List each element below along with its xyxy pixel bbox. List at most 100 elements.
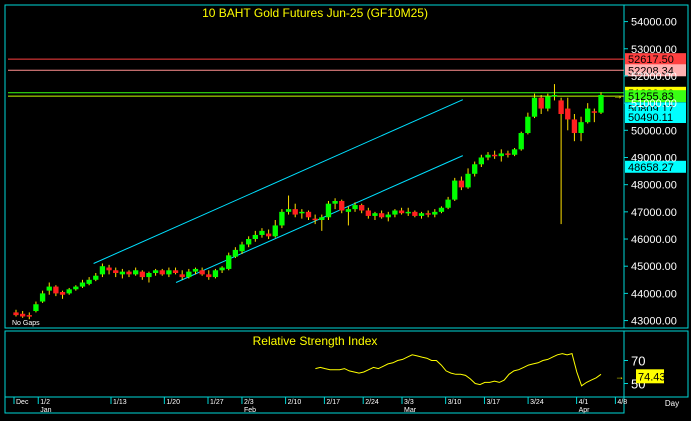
date-tick-label: 1/20 <box>166 399 180 406</box>
candle-body <box>551 94 558 97</box>
candle-body <box>578 122 584 134</box>
candle-body <box>232 249 239 257</box>
candle-body <box>525 116 531 134</box>
candle-body <box>571 119 578 134</box>
candle-body <box>518 133 524 150</box>
candle-body <box>392 210 398 215</box>
candle-body <box>458 180 465 188</box>
candle-body <box>239 244 245 252</box>
candle-body <box>73 286 79 290</box>
candle-body <box>332 200 338 204</box>
candle-body <box>465 173 471 188</box>
candle-body <box>325 203 332 218</box>
candle-body <box>418 213 425 216</box>
date-tick-label: 3/3 <box>404 399 414 406</box>
candle-body <box>445 199 451 208</box>
chart-svg: 52617.5052208.3451380.0051255.83 50809.1… <box>4 4 689 414</box>
month-tick-label: Jan <box>40 407 51 414</box>
chart-title: 10 BAHT Gold Futures Jun-25 (GF10M25) <box>202 6 428 20</box>
candle-body <box>372 213 378 216</box>
candle-body <box>352 205 358 210</box>
candle-body <box>226 255 232 269</box>
price-tick-label: 49000.00 <box>631 152 677 164</box>
candle-body <box>99 266 106 275</box>
candle-body <box>113 270 119 273</box>
candle-body <box>385 214 391 218</box>
candle-body <box>312 218 318 221</box>
candle-body <box>472 164 478 174</box>
candle-body <box>219 267 225 271</box>
candle-body <box>252 234 258 240</box>
candle-body <box>159 270 165 275</box>
candle-body <box>206 274 212 278</box>
date-tick-label: Dec <box>16 399 29 406</box>
price-tick-label: 46000.00 <box>631 234 677 246</box>
candle-body <box>438 207 445 212</box>
candle-body <box>152 270 159 273</box>
candle-body <box>279 211 285 226</box>
candle-body <box>538 97 544 109</box>
candle-body <box>305 211 312 218</box>
candle-body <box>591 111 598 113</box>
candle-body <box>106 267 112 271</box>
price-tick-label: 45000.00 <box>631 261 677 273</box>
date-tick-label: 4/1 <box>579 399 589 406</box>
date-tick-label: 2/10 <box>288 399 302 406</box>
candle-body <box>452 180 458 200</box>
date-tick-label: 1/13 <box>113 399 127 406</box>
date-tick-label: 1/27 <box>210 399 224 406</box>
date-tick-label: 4/8 <box>617 399 627 406</box>
candle-body <box>319 217 325 220</box>
candle-body <box>93 275 99 280</box>
candle-body <box>491 154 498 157</box>
price-tick-label: 51000.00 <box>631 98 677 110</box>
chart-root: 52617.5052208.3451380.0051255.83 50809.1… <box>0 0 691 416</box>
candle-body <box>292 209 298 215</box>
candle-body <box>26 315 32 317</box>
candle-body <box>212 270 219 278</box>
last-price-arrow: → <box>613 91 623 102</box>
candle-body <box>299 211 305 214</box>
candle-body <box>505 153 511 155</box>
candle-body <box>585 108 591 123</box>
candle-body <box>46 286 52 291</box>
period-label: Day <box>665 399 679 408</box>
candle-body <box>345 209 352 212</box>
candle-body <box>179 274 185 278</box>
candle-body <box>133 270 139 275</box>
candle-body <box>172 270 179 273</box>
candle-body <box>598 94 604 113</box>
price-tick-label: 53000.00 <box>631 44 677 56</box>
date-tick-label: 2/3 <box>244 399 254 406</box>
candle-body <box>265 233 272 237</box>
candle-body <box>19 313 26 317</box>
date-tick-label: 3/17 <box>486 399 500 406</box>
rsi-last-value-label: 74.43 <box>638 371 666 383</box>
date-tick-label: 3/24 <box>530 399 544 406</box>
price-tick-label: 54000.00 <box>631 17 677 29</box>
candle-body <box>246 239 252 245</box>
date-tick-label: 2/24 <box>365 399 379 406</box>
month-tick-label: Mar <box>404 407 417 414</box>
candle-body <box>558 100 564 114</box>
candle-body <box>139 271 145 278</box>
month-tick-label: Feb <box>244 407 256 414</box>
candle-body <box>531 97 538 117</box>
price-tick-label: 44000.00 <box>631 288 677 300</box>
price-tick-label: 43000.00 <box>631 316 677 328</box>
date-tick-label: 3/10 <box>448 399 462 406</box>
candle-body <box>259 230 265 235</box>
price-tick-label: 47000.00 <box>631 207 677 219</box>
candle-body <box>66 289 72 294</box>
candle-body <box>365 210 371 216</box>
candle-body <box>425 213 431 215</box>
candle-body <box>33 304 39 312</box>
candle-body <box>485 154 491 158</box>
candle-body <box>339 200 345 211</box>
candle-body <box>378 213 385 218</box>
candle-body <box>405 211 411 214</box>
channel-label: 50490.11 <box>628 112 673 124</box>
candle-body <box>412 211 418 216</box>
candle-body <box>186 271 192 278</box>
candle-body <box>359 205 365 211</box>
